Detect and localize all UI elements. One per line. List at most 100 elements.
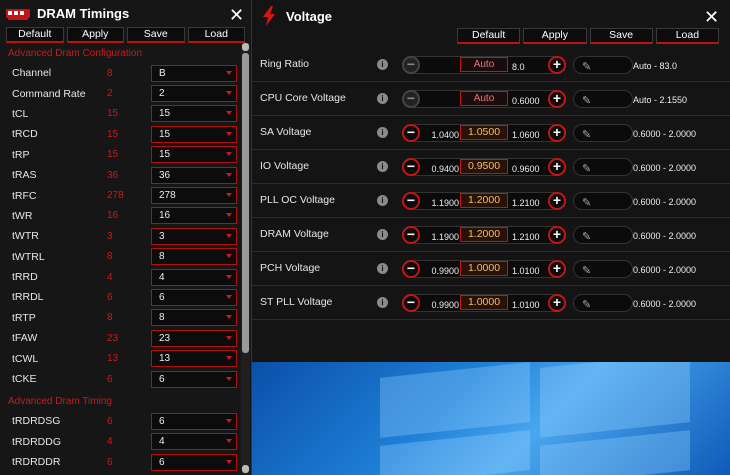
dram-row-select[interactable]: 278: [151, 187, 237, 205]
info-icon[interactable]: i: [377, 263, 388, 274]
dram-row-label: tWTRL: [12, 250, 45, 263]
decrease-button[interactable]: −: [402, 90, 420, 108]
decrease-button[interactable]: −: [402, 294, 420, 312]
decrease-button[interactable]: −: [402, 260, 420, 278]
desktop-background: [250, 360, 730, 475]
dram-row: tRRDL 6 6: [0, 287, 251, 307]
dram-row-select[interactable]: 4: [151, 433, 237, 451]
dram-row-select[interactable]: 15: [151, 105, 237, 123]
decrease-button[interactable]: −: [402, 192, 420, 210]
info-icon[interactable]: i: [377, 195, 388, 206]
pencil-icon: ✎: [582, 163, 592, 175]
increase-button[interactable]: +: [548, 260, 566, 278]
dram-scrollbar[interactable]: [241, 43, 250, 475]
manual-input-field[interactable]: ✎: [573, 90, 633, 108]
dram-row-select[interactable]: 15: [151, 125, 237, 143]
manual-input-field[interactable]: ✎: [573, 226, 633, 244]
manual-input-field[interactable]: ✎: [573, 192, 633, 210]
dram-row-select[interactable]: B: [151, 64, 237, 82]
dram-row-label: tRDRDSG: [12, 415, 61, 428]
decrease-button[interactable]: −: [402, 124, 420, 142]
increase-button[interactable]: +: [548, 192, 566, 210]
dram-row: tCWL 13 13: [0, 348, 251, 368]
info-icon[interactable]: i: [377, 127, 388, 138]
voltage-current-value[interactable]: Auto: [460, 91, 508, 106]
manual-input-field[interactable]: ✎: [573, 260, 633, 278]
dram-default-button[interactable]: Default: [6, 27, 64, 43]
voltage-title: Voltage: [286, 8, 332, 24]
voltage-current-value[interactable]: 0.9500: [460, 159, 508, 174]
voltage-range: 0.6000 - 2.0000: [633, 129, 697, 139]
dram-row-select[interactable]: 2: [151, 85, 237, 103]
dram-row-select[interactable]: 23: [151, 329, 237, 347]
dram-row: tRRD 4 4: [0, 267, 251, 287]
voltage-current-value[interactable]: Auto: [460, 57, 508, 72]
info-icon[interactable]: i: [377, 59, 388, 70]
scroll-up-arrow-icon[interactable]: [242, 43, 249, 51]
dram-row-current-value: 23: [107, 332, 119, 344]
increase-button[interactable]: +: [548, 226, 566, 244]
decrease-button[interactable]: −: [402, 226, 420, 244]
voltage-save-button[interactable]: Save: [589, 28, 653, 44]
dram-row-select[interactable]: 8: [151, 248, 237, 266]
dram-row-select[interactable]: 13: [151, 350, 237, 368]
increase-button[interactable]: +: [548, 124, 566, 142]
voltage-row-label: PLL OC Voltage: [260, 194, 335, 206]
dram-save-button[interactable]: Save: [127, 27, 185, 43]
voltage-current-value[interactable]: 1.2000: [460, 193, 508, 208]
dram-apply-button[interactable]: Apply: [66, 27, 124, 43]
voltage-step-down-value: 1.1900: [431, 232, 459, 242]
dram-row-select[interactable]: 36: [151, 166, 237, 184]
voltage-current-value[interactable]: 1.0000: [460, 261, 508, 276]
voltage-default-button[interactable]: Default: [457, 28, 521, 44]
manual-input-field[interactable]: ✎: [573, 294, 633, 312]
dropdown-arrow-icon: [226, 294, 232, 299]
manual-input-field[interactable]: ✎: [573, 124, 633, 142]
dram-close-icon[interactable]: ✕: [229, 6, 244, 24]
voltage-button-bar: Default Apply Save Load: [457, 28, 719, 44]
increase-button[interactable]: +: [548, 294, 566, 312]
dram-row-current-value: 6: [107, 291, 113, 303]
dram-row-selected-value: 4: [159, 271, 165, 283]
info-icon[interactable]: i: [377, 297, 388, 308]
dram-row-select[interactable]: 15: [151, 146, 237, 164]
voltage-load-button[interactable]: Load: [655, 28, 719, 44]
increase-button[interactable]: +: [548, 158, 566, 176]
decrease-button[interactable]: −: [402, 56, 420, 74]
dram-row-select[interactable]: 4: [151, 268, 237, 286]
dram-row-select[interactable]: 6: [151, 412, 237, 430]
dram-row-selected-value: 23: [159, 332, 171, 344]
dram-row-current-value: 8: [107, 251, 113, 263]
info-icon[interactable]: i: [377, 229, 388, 240]
dram-row-select[interactable]: 6: [151, 288, 237, 306]
dram-row-select[interactable]: 8: [151, 309, 237, 327]
voltage-current-value[interactable]: 1.2000: [460, 227, 508, 242]
scroll-thumb[interactable]: [242, 53, 249, 353]
dram-row-select[interactable]: 6: [151, 453, 237, 471]
scroll-down-arrow-icon[interactable]: [242, 465, 249, 473]
voltage-current-value[interactable]: 1.0000: [460, 295, 508, 310]
voltage-current-value[interactable]: 1.0500: [460, 125, 508, 140]
increase-button[interactable]: +: [548, 56, 566, 74]
voltage-apply-button[interactable]: Apply: [523, 28, 587, 44]
dram-row-select[interactable]: 6: [151, 370, 237, 388]
dram-row: tRFC 278 278: [0, 185, 251, 205]
voltage-step-up-value: 0.6000: [512, 96, 540, 106]
manual-input-field[interactable]: ✎: [573, 158, 633, 176]
voltage-close-icon[interactable]: ✕: [704, 8, 719, 26]
dram-row: tCKE 6 6: [0, 369, 251, 389]
decrease-button[interactable]: −: [402, 158, 420, 176]
dram-row-select[interactable]: 16: [151, 207, 237, 225]
dram-config-list: Channel 8 B Command Rate 2 2 tCL 15 15 tRCD 15 15 tR…: [0, 63, 251, 389]
voltage-range: 0.6000 - 2.0000: [633, 299, 697, 309]
dram-row-select[interactable]: 3: [151, 227, 237, 245]
voltage-row-label: SA Voltage: [260, 126, 312, 138]
voltage-step-up-value: 1.2100: [512, 198, 540, 208]
info-icon[interactable]: i: [377, 161, 388, 172]
info-icon[interactable]: i: [377, 93, 388, 104]
dram-load-button[interactable]: Load: [187, 27, 245, 43]
voltage-step-up-value: 1.0600: [512, 130, 540, 140]
manual-input-field[interactable]: ✎: [573, 56, 633, 74]
increase-button[interactable]: +: [548, 90, 566, 108]
voltage-row: PCH Voltage i − 0.9900 1.0000 1.0100 + ✎ 0.6000 …: [252, 252, 730, 286]
